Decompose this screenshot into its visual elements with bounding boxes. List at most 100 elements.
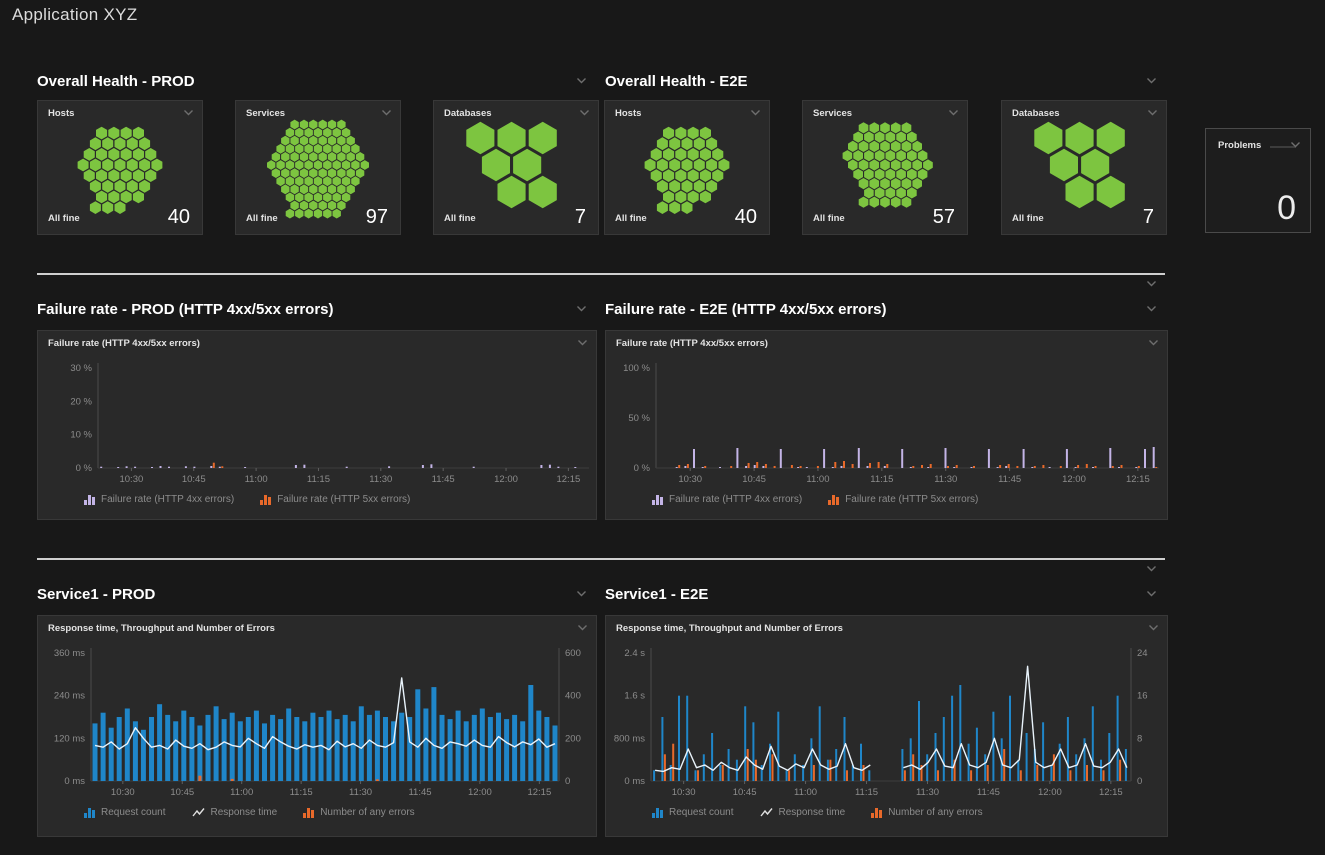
svg-text:240 ms: 240 ms: [54, 691, 85, 702]
bar-chart-icon: [652, 494, 664, 505]
svg-text:11:00: 11:00: [230, 787, 253, 798]
legend-item[interactable]: Number of any errors: [303, 807, 414, 818]
bar-chart-icon: [84, 807, 96, 818]
tile-services-e2e[interactable]: Services All fine 57: [802, 100, 968, 235]
section-title-failure-prod: Failure rate - PROD (HTTP 4xx/5xx errors…: [37, 301, 334, 318]
bar-chart-icon: [828, 494, 840, 505]
svg-text:360 ms: 360 ms: [54, 648, 85, 659]
chevron-down-icon[interactable]: [1290, 141, 1301, 148]
svg-text:12:00: 12:00: [1062, 474, 1086, 485]
svg-text:0 ms: 0 ms: [64, 776, 85, 787]
line-chart-icon: [192, 807, 206, 818]
svg-text:12:00: 12:00: [494, 474, 518, 485]
bar-chart-icon: [871, 807, 883, 818]
dashboard: Application XYZ Overall Health - PROD Ov…: [0, 0, 1325, 855]
svg-text:800 ms: 800 ms: [614, 733, 645, 744]
failure-rate-e2e-tile[interactable]: Failure rate (HTTP 4xx/5xx errors) 100 %…: [605, 330, 1168, 520]
svg-text:11:15: 11:15: [855, 787, 878, 798]
legend-item[interactable]: Failure rate (HTTP 4xx errors): [84, 494, 234, 505]
svg-text:10:30: 10:30: [119, 474, 143, 485]
entity-count: 40: [168, 206, 190, 229]
failure-rate-prod-tile[interactable]: Failure rate (HTTP 4xx/5xx errors) 30 %2…: [37, 330, 597, 520]
entity-count: 7: [575, 206, 586, 229]
svg-text:11:00: 11:00: [794, 787, 817, 798]
svg-text:200: 200: [565, 733, 581, 744]
chevron-down-icon[interactable]: [1146, 565, 1157, 572]
svg-text:10:30: 10:30: [678, 474, 702, 485]
chart-legend: Request count Response time Number of any …: [84, 807, 415, 818]
chevron-down-icon[interactable]: [1146, 590, 1157, 597]
tile-databases-e2e[interactable]: Databases All fine 7: [1001, 100, 1167, 235]
chevron-down-icon[interactable]: [1146, 77, 1157, 84]
bar-chart-icon: [84, 494, 96, 505]
svg-text:10:30: 10:30: [111, 787, 135, 798]
svg-text:12:15: 12:15: [527, 787, 551, 798]
service1-prod-chart[interactable]: 360 ms240 ms120 ms0 ms600400200010:3010:…: [38, 616, 596, 836]
legend-item[interactable]: Failure rate (HTTP 5xx errors): [828, 494, 978, 505]
chart-legend: Failure rate (HTTP 4xx errors) Failure ra…: [84, 494, 410, 505]
chevron-down-icon[interactable]: [1146, 280, 1157, 287]
legend-item[interactable]: Failure rate (HTTP 5xx errors): [260, 494, 410, 505]
status-label: All fine: [1012, 213, 1044, 224]
legend-item[interactable]: Number of any errors: [871, 807, 982, 818]
legend-item[interactable]: Response time: [192, 807, 278, 818]
legend-item[interactable]: Request count: [652, 807, 734, 818]
chevron-down-icon[interactable]: [576, 77, 587, 84]
chevron-down-icon[interactable]: [576, 305, 587, 312]
problems-count: 0: [1277, 189, 1296, 228]
tile-hosts-prod[interactable]: Hosts All fine 40: [37, 100, 203, 235]
section-title-service-e2e: Service1 - E2E: [605, 586, 708, 603]
svg-text:50 %: 50 %: [628, 413, 650, 424]
entity-count: 57: [933, 206, 955, 229]
svg-text:12:15: 12:15: [1099, 787, 1123, 798]
chart-legend: Request count Response time Number of any …: [652, 807, 983, 818]
section-title-failure-e2e: Failure rate - E2E (HTTP 4xx/5xx errors): [605, 301, 887, 318]
svg-text:10 %: 10 %: [70, 430, 92, 441]
legend-item[interactable]: Failure rate (HTTP 4xx errors): [652, 494, 802, 505]
bar-chart-icon: [260, 494, 272, 505]
tile-databases-prod[interactable]: Databases All fine 7: [433, 100, 599, 235]
svg-text:11:45: 11:45: [998, 474, 1021, 485]
chevron-down-icon[interactable]: [576, 590, 587, 597]
svg-text:12:00: 12:00: [1038, 787, 1062, 798]
svg-text:400: 400: [565, 691, 581, 702]
section-divider: [37, 273, 1165, 275]
service1-e2e-tile[interactable]: Response time, Throughput and Number of …: [605, 615, 1168, 837]
status-label: All fine: [813, 213, 845, 224]
svg-text:12:00: 12:00: [468, 787, 492, 798]
svg-text:10:45: 10:45: [182, 474, 206, 485]
tile-services-prod[interactable]: Services All fine 97: [235, 100, 401, 235]
legend-item[interactable]: Response time: [760, 807, 846, 818]
svg-text:1.6 s: 1.6 s: [624, 691, 645, 702]
entity-count: 40: [735, 206, 757, 229]
svg-text:11:45: 11:45: [408, 787, 431, 798]
bar-chart-icon: [652, 807, 664, 818]
chevron-down-icon[interactable]: [1146, 305, 1157, 312]
svg-text:11:30: 11:30: [349, 787, 372, 798]
svg-text:0 %: 0 %: [634, 463, 651, 474]
service1-prod-tile[interactable]: Response time, Throughput and Number of …: [37, 615, 597, 837]
svg-text:0 %: 0 %: [76, 463, 93, 474]
svg-text:11:30: 11:30: [916, 787, 939, 798]
section-title-health-prod: Overall Health - PROD: [37, 73, 195, 90]
svg-text:11:15: 11:15: [307, 474, 330, 485]
service1-e2e-chart[interactable]: 2.4 s1.6 s800 ms0 ms24168010:3010:4511:0…: [606, 616, 1167, 836]
svg-text:600: 600: [565, 648, 581, 659]
svg-text:10:30: 10:30: [672, 787, 696, 798]
svg-text:2.4 s: 2.4 s: [624, 648, 645, 659]
status-label: All fine: [444, 213, 476, 224]
tile-hosts-e2e[interactable]: Hosts All fine 40: [604, 100, 770, 235]
svg-text:0 ms: 0 ms: [624, 776, 645, 787]
failure-rate-prod-chart[interactable]: 30 %20 %10 %0 %10:3010:4511:0011:1511:30…: [38, 331, 596, 519]
chart-legend: Failure rate (HTTP 4xx errors) Failure ra…: [652, 494, 978, 505]
svg-text:8: 8: [1137, 733, 1142, 744]
failure-rate-e2e-chart[interactable]: 100 %50 %0 %10:3010:4511:0011:1511:3011:…: [606, 331, 1167, 519]
tile-problems[interactable]: Problems 0: [1205, 128, 1311, 233]
legend-item[interactable]: Request count: [84, 807, 166, 818]
svg-text:10:45: 10:45: [733, 787, 757, 798]
svg-text:11:00: 11:00: [806, 474, 829, 485]
line-chart-icon: [760, 807, 774, 818]
section-title-health-e2e: Overall Health - E2E: [605, 73, 748, 90]
svg-text:100 %: 100 %: [623, 363, 650, 374]
svg-text:20 %: 20 %: [70, 396, 92, 407]
